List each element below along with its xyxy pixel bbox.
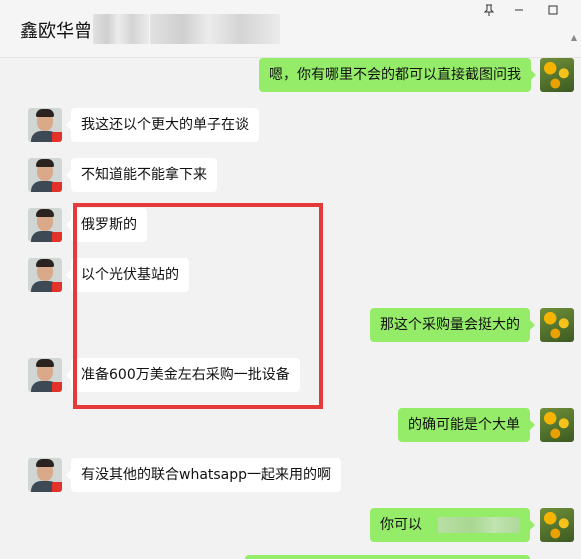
avatar[interactable] bbox=[540, 408, 574, 442]
avatar[interactable] bbox=[28, 108, 62, 142]
avatar[interactable] bbox=[28, 208, 62, 242]
chat-title: 鑫欧华曾 bbox=[20, 21, 92, 42]
avatar[interactable] bbox=[540, 308, 574, 342]
avatar[interactable] bbox=[28, 358, 62, 392]
pin-icon[interactable] bbox=[478, 2, 500, 22]
avatar[interactable] bbox=[28, 158, 62, 192]
message-bubble[interactable]: 那这个采购量会挺大的 bbox=[370, 308, 535, 342]
scroll-up-icon[interactable]: ▲ bbox=[569, 33, 579, 43]
avatar[interactable] bbox=[540, 508, 574, 542]
redacted-text bbox=[438, 517, 520, 533]
message-bubble[interactable]: 我这还以个更大的单子在谈 bbox=[66, 108, 259, 142]
minimize-icon[interactable] bbox=[508, 2, 530, 22]
redacted-name bbox=[150, 14, 280, 44]
message-bubble[interactable]: 嗯，你有哪里不会的都可以直接截图问我 bbox=[259, 58, 536, 92]
maximize-icon[interactable] bbox=[542, 2, 564, 22]
message-bubble[interactable]: 你可以 bbox=[370, 508, 535, 542]
redacted-name bbox=[93, 14, 149, 44]
message-text: 你可以 bbox=[380, 517, 422, 533]
message-bubble[interactable]: 有没其他的联合whatsapp一起来用的啊 bbox=[65, 458, 342, 492]
chat-header: 鑫欧华曾 ▲ bbox=[0, 0, 581, 58]
highlight-box bbox=[73, 203, 323, 409]
message-bubble[interactable]: 不知道能不能拿下来 bbox=[66, 158, 217, 192]
avatar[interactable] bbox=[28, 258, 62, 292]
avatar[interactable] bbox=[540, 58, 574, 92]
message-bubble[interactable]: 的确可能是个大单 bbox=[398, 408, 535, 442]
message-bubble-partial[interactable] bbox=[245, 555, 530, 559]
avatar[interactable] bbox=[28, 458, 62, 492]
